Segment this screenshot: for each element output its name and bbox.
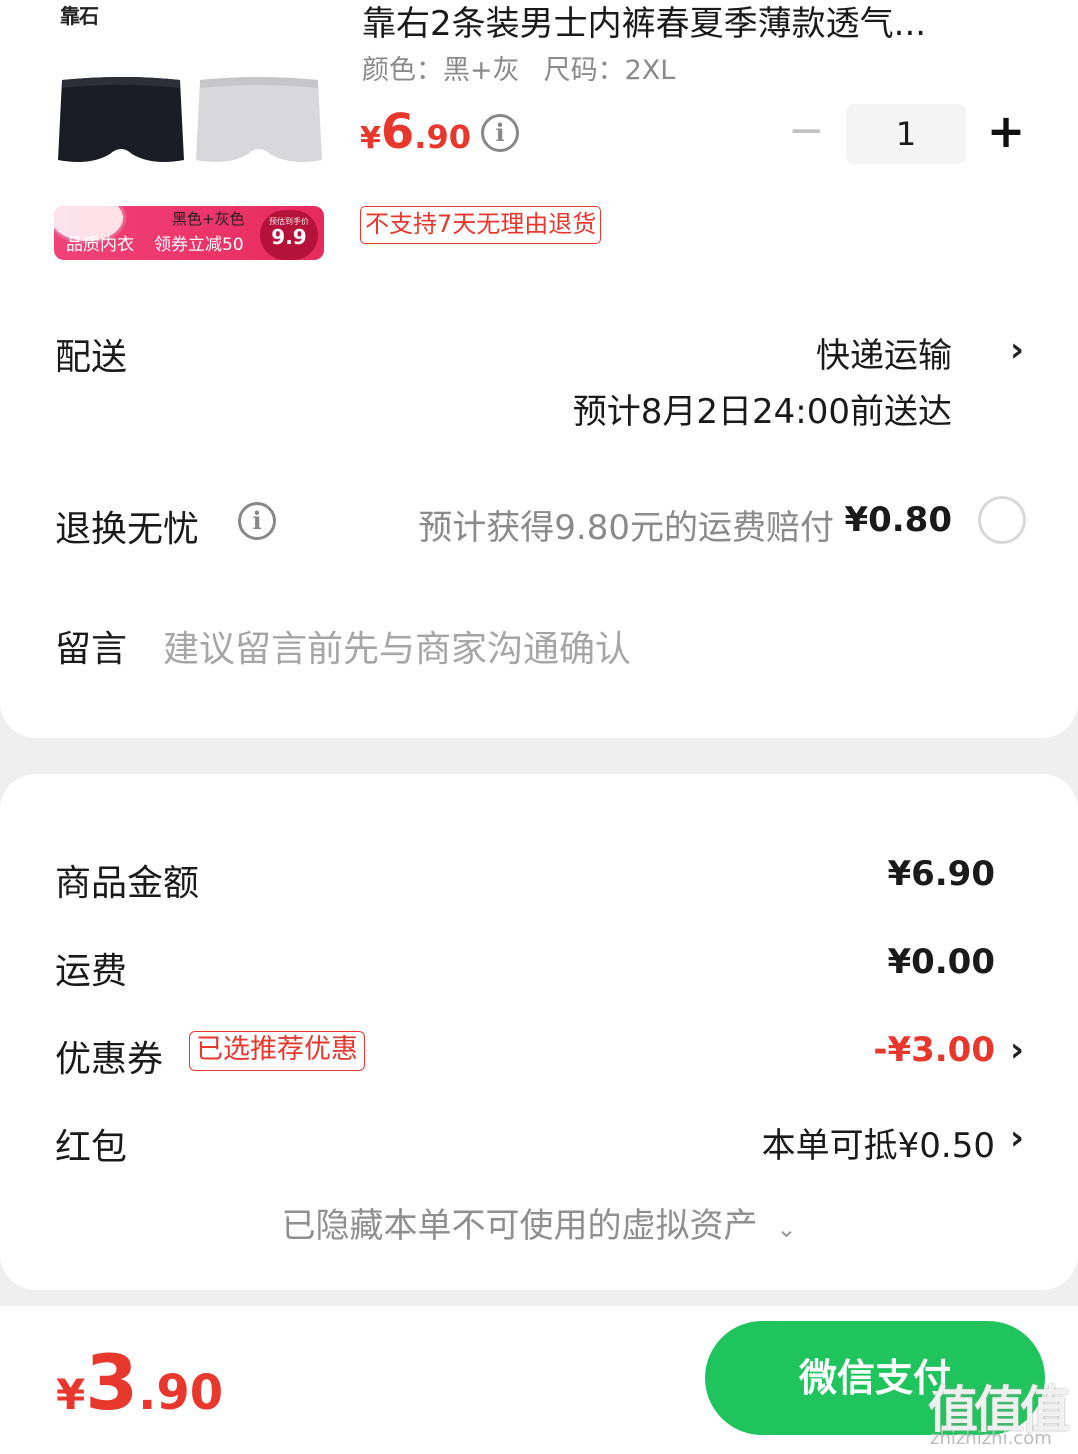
shipping-value: ¥0.00	[887, 942, 995, 982]
red-packet-chevron-icon[interactable]: ›	[1010, 1118, 1024, 1158]
product-title[interactable]: 靠右2条装男士内裤春夏季薄款透气...	[362, 0, 1022, 45]
product-thumbnail[interactable]: 靠石 黑色+灰色 品质内衣 领券立减50 预估到手价 9.9	[54, 0, 326, 262]
quantity-decrease-button[interactable]: −	[788, 109, 825, 153]
product-spec[interactable]: 颜色：黑+灰 尺码：2XL	[362, 48, 675, 87]
return-info-icon[interactable]: i	[238, 502, 276, 540]
spec-color: 颜色：黑+灰	[362, 55, 520, 86]
promo-badge-caption: 预估到手价	[269, 217, 309, 226]
coupon-label: 优惠券	[55, 1039, 164, 1080]
message-input[interactable]: 建议留言前先与商家沟通确认	[163, 620, 631, 672]
chevron-down-icon: ⌄	[776, 1215, 797, 1243]
return-service-radio[interactable]	[978, 496, 1026, 544]
promo-badge-price: 9.9	[271, 225, 307, 249]
total-integer: 3	[85, 1338, 139, 1427]
coupon-recommended-badge: 已选推荐优惠	[189, 1031, 365, 1071]
promo-coupon-text: 领券立减50	[154, 235, 244, 255]
return-service-label: 退换无忧	[55, 509, 200, 550]
shipping-label: 运费	[55, 951, 128, 992]
promo-banner: 黑色+灰色 品质内衣 领券立减50 预估到手价 9.9	[54, 206, 324, 260]
coupon-chevron-icon[interactable]: ›	[1010, 1030, 1024, 1070]
goods-amount-value: ¥6.90	[887, 854, 995, 894]
no-return-badge: 不支持7天无理由退货	[360, 206, 602, 244]
price-decimal: .90	[414, 118, 471, 156]
promo-left-text: 品质内衣	[66, 235, 134, 255]
gray-briefs-image	[196, 77, 322, 162]
total-price: ¥3.90	[56, 1338, 223, 1427]
hidden-assets-text: 已隐藏本单不可使用的虚拟资产	[281, 1206, 758, 1246]
return-service-desc: 预计获得9.80元的运费赔付	[418, 508, 834, 548]
total-currency: ¥	[56, 1370, 86, 1419]
message-label: 留言	[55, 629, 128, 670]
order-card: 靠石 黑色+灰色 品质内衣 领券立减50 预估到手价 9.9 靠右2条装男士内裤…	[0, 0, 1078, 738]
product-price: ¥6.90	[360, 104, 471, 160]
quantity-increase-button[interactable]: +	[986, 108, 1026, 154]
delivery-chevron-icon[interactable]: ›	[1010, 330, 1024, 370]
delivery-method[interactable]: 快递运输	[816, 328, 952, 377]
total-decimal: .90	[138, 1365, 224, 1421]
delivery-label: 配送	[55, 337, 128, 378]
coupon-value[interactable]: -¥3.00	[873, 1030, 995, 1070]
brand-logo: 靠石	[60, 4, 99, 28]
price-info-icon[interactable]: i	[481, 114, 519, 152]
delivery-eta: 预计8月2日24:00前送达	[572, 392, 952, 432]
promo-colors: 黑色+灰色	[172, 210, 245, 228]
goods-amount-label: 商品金额	[55, 863, 200, 904]
price-integer: 6	[380, 104, 415, 160]
watermark-url: zhizhizhi.com	[930, 1428, 1052, 1449]
promo-price-badge: 预估到手价 9.9	[260, 210, 318, 260]
hidden-assets-toggle[interactable]: 已隐藏本单不可使用的虚拟资产 ⌄	[0, 1198, 1078, 1247]
red-packet-label: 红包	[55, 1127, 128, 1168]
return-service-price: ¥0.80	[844, 500, 952, 540]
quantity-input[interactable]: 1	[846, 104, 966, 164]
red-packet-value[interactable]: 本单可抵¥0.50	[762, 1118, 995, 1167]
price-currency: ¥	[360, 121, 381, 156]
black-briefs-image	[58, 77, 184, 162]
spec-size: 尺码：2XL	[543, 55, 676, 86]
